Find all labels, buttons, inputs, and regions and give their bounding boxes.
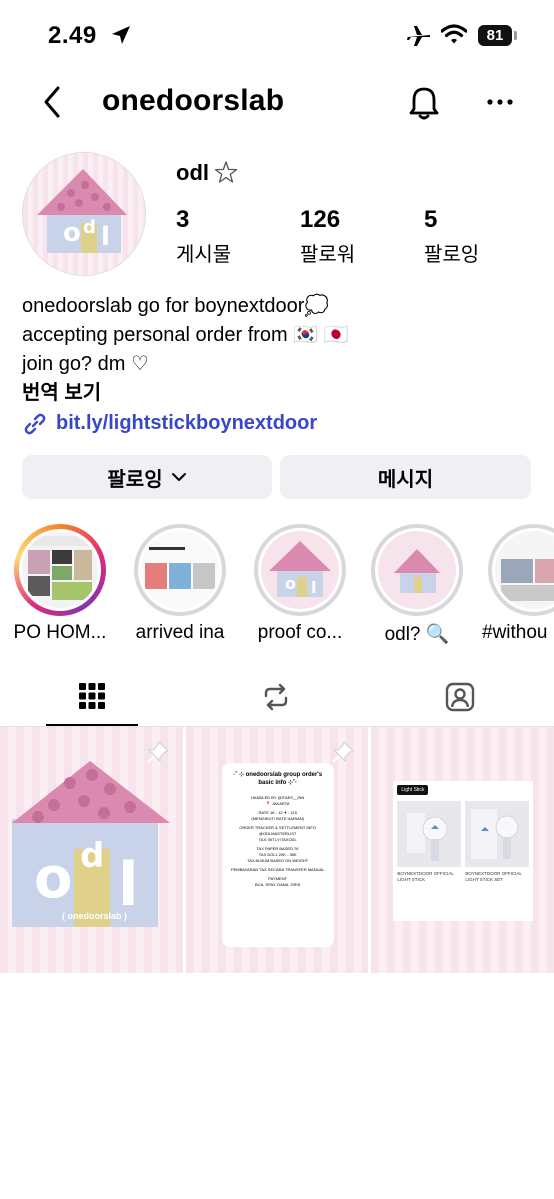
info-post-line: TAX: BIT.LY/TAXODL bbox=[258, 837, 297, 842]
product-image bbox=[397, 801, 462, 867]
svg-text:o: o bbox=[285, 574, 296, 593]
product-tag: Light Stick bbox=[397, 785, 429, 795]
bio-line: accepting personal order from 🇰🇷 🇯🇵 bbox=[22, 324, 349, 346]
svg-text:d: d bbox=[83, 217, 96, 238]
pin-icon bbox=[146, 741, 169, 763]
product-image bbox=[465, 801, 530, 867]
stat-posts[interactable]: 3 게시물 bbox=[176, 206, 231, 267]
house-logo-image: o d l bbox=[23, 153, 145, 275]
stat-followers[interactable]: 126 팔로워 bbox=[300, 206, 355, 267]
profile-bio: onedoorslab go for boynextdoor💭 acceptin… bbox=[22, 292, 542, 438]
highlight-ring bbox=[14, 524, 106, 616]
display-name-text: odl bbox=[176, 160, 209, 185]
more-dots-icon bbox=[487, 99, 513, 105]
stat-posts-label: 게시물 bbox=[176, 244, 232, 266]
battery-icon: 81 bbox=[478, 25, 512, 46]
profile-avatar[interactable]: o d l bbox=[22, 152, 146, 276]
product-post-card: Light Stick BOYNEXTDOOR OFFICIAL LIGHT S… bbox=[393, 781, 534, 921]
info-post-card: ·˚ ⊹ onedoorslab group order's basic inf… bbox=[221, 763, 334, 947]
airplane-icon bbox=[406, 24, 432, 53]
tab-posts-grid[interactable] bbox=[46, 668, 138, 726]
highlight-label: odl? 🔍 bbox=[384, 624, 450, 645]
highlight-ring: o l bbox=[254, 524, 346, 616]
product-name: BOYNEXTDOOR OFFICIAL LIGHT STICK bbox=[397, 871, 454, 882]
chevron-left-icon bbox=[44, 86, 60, 118]
translate-link[interactable]: 번역 보기 bbox=[22, 379, 542, 408]
following-button[interactable]: 팔로잉 bbox=[22, 455, 272, 499]
highlight-thumbnail bbox=[378, 531, 456, 609]
highlight-ring bbox=[134, 524, 226, 616]
repost-icon bbox=[264, 683, 288, 711]
battery-tip bbox=[514, 31, 517, 40]
logo-caption: ( onedoorslab ) bbox=[62, 911, 127, 921]
profile-tabs bbox=[0, 668, 554, 728]
chevron-down-icon bbox=[171, 473, 186, 481]
tagged-person-icon bbox=[445, 682, 475, 712]
product-name: BOYNEXTDOOR OFFICIAL LIGHT STICK SET bbox=[465, 871, 522, 882]
posts-grid: o d l ( onedoorslab ) ·˚ ⊹ onedoorslab g… bbox=[0, 727, 554, 973]
info-post-line: PEMBAYARAN TAX SECARA TRANSFER MANUAL bbox=[230, 867, 325, 872]
info-post-line: BCA, SPAY, DANA, GRIS bbox=[254, 882, 301, 887]
svg-text:l: l bbox=[101, 222, 110, 252]
bio-link[interactable]: bit.ly/lightstickboynextdoor bbox=[22, 409, 542, 438]
message-button-label: 메시지 bbox=[377, 468, 434, 491]
highlight-ring bbox=[371, 524, 463, 616]
svg-text:d: d bbox=[80, 836, 104, 876]
back-button[interactable] bbox=[36, 82, 72, 122]
message-button[interactable]: 메시지 bbox=[280, 455, 531, 499]
post-thumbnail[interactable]: ·˚ ⊹ onedoorslab group order's basic inf… bbox=[185, 727, 369, 973]
post-thumbnail[interactable]: o d l ( onedoorslab ) bbox=[0, 727, 183, 973]
highlight-label: #withou bbox=[482, 622, 548, 643]
highlight-thumbnail: o l bbox=[261, 531, 339, 609]
stat-following[interactable]: 5 팔로잉 bbox=[424, 206, 479, 267]
highlight-thumbnail bbox=[22, 532, 98, 608]
highlight-label: arrived ina bbox=[135, 622, 225, 643]
location-arrow-icon bbox=[110, 24, 132, 51]
wifi-icon bbox=[440, 24, 468, 51]
pin-icon bbox=[332, 741, 355, 763]
bio-link-text: bit.ly/lightstickboynextdoor bbox=[56, 412, 318, 434]
highlight-ring bbox=[488, 524, 554, 616]
star-outline-icon bbox=[214, 161, 238, 183]
profile-header: onedoorslab bbox=[0, 72, 554, 134]
more-options-button[interactable] bbox=[482, 84, 522, 120]
highlight-label: proof co... bbox=[257, 622, 343, 643]
svg-text:o: o bbox=[63, 218, 81, 248]
stat-followers-count: 126 bbox=[300, 206, 341, 233]
stat-following-label: 팔로잉 bbox=[424, 244, 480, 266]
notifications-button[interactable] bbox=[404, 82, 444, 122]
link-icon bbox=[24, 413, 46, 434]
info-post-title: ·˚ ⊹ onedoorslab group order's basic inf… bbox=[233, 772, 323, 786]
svg-text:o: o bbox=[34, 846, 72, 911]
info-post-line: 📍 JAKARTA bbox=[265, 801, 290, 806]
stat-posts-count: 3 bbox=[176, 206, 190, 233]
svg-text:l: l bbox=[311, 578, 316, 597]
status-bar: 2.49 81 bbox=[0, 0, 554, 72]
bio-line: join go? dm ♡ bbox=[22, 353, 149, 375]
highlight-label: PO HOM... bbox=[13, 622, 107, 643]
stat-following-count: 5 bbox=[424, 206, 438, 233]
story-highlights: PO HOM... arrived ina o l proof co... od… bbox=[0, 522, 554, 652]
header-username: onedoorslab bbox=[102, 84, 285, 117]
post-thumbnail[interactable]: Light Stick BOYNEXTDOOR OFFICIAL LIGHT S… bbox=[371, 727, 554, 973]
tab-reposts[interactable] bbox=[230, 668, 322, 726]
highlight-thumbnail bbox=[141, 531, 219, 609]
info-post-line: (MENGIKUTI RATE HARIAN) bbox=[251, 816, 304, 821]
display-name: odl bbox=[176, 160, 239, 186]
info-post-line: TAX ALBUM BASED ON WEIGHT bbox=[247, 858, 309, 863]
bell-icon bbox=[409, 87, 439, 120]
status-time: 2.49 bbox=[48, 22, 97, 49]
tab-tagged[interactable] bbox=[414, 668, 506, 726]
stat-followers-label: 팔로워 bbox=[300, 244, 356, 266]
highlight-thumbnail bbox=[495, 531, 554, 609]
svg-text:l: l bbox=[118, 850, 139, 920]
grid-icon bbox=[79, 683, 105, 709]
bio-line: onedoorslab go for boynextdoor💭 bbox=[22, 295, 330, 317]
following-button-label: 팔로잉 bbox=[107, 468, 163, 491]
